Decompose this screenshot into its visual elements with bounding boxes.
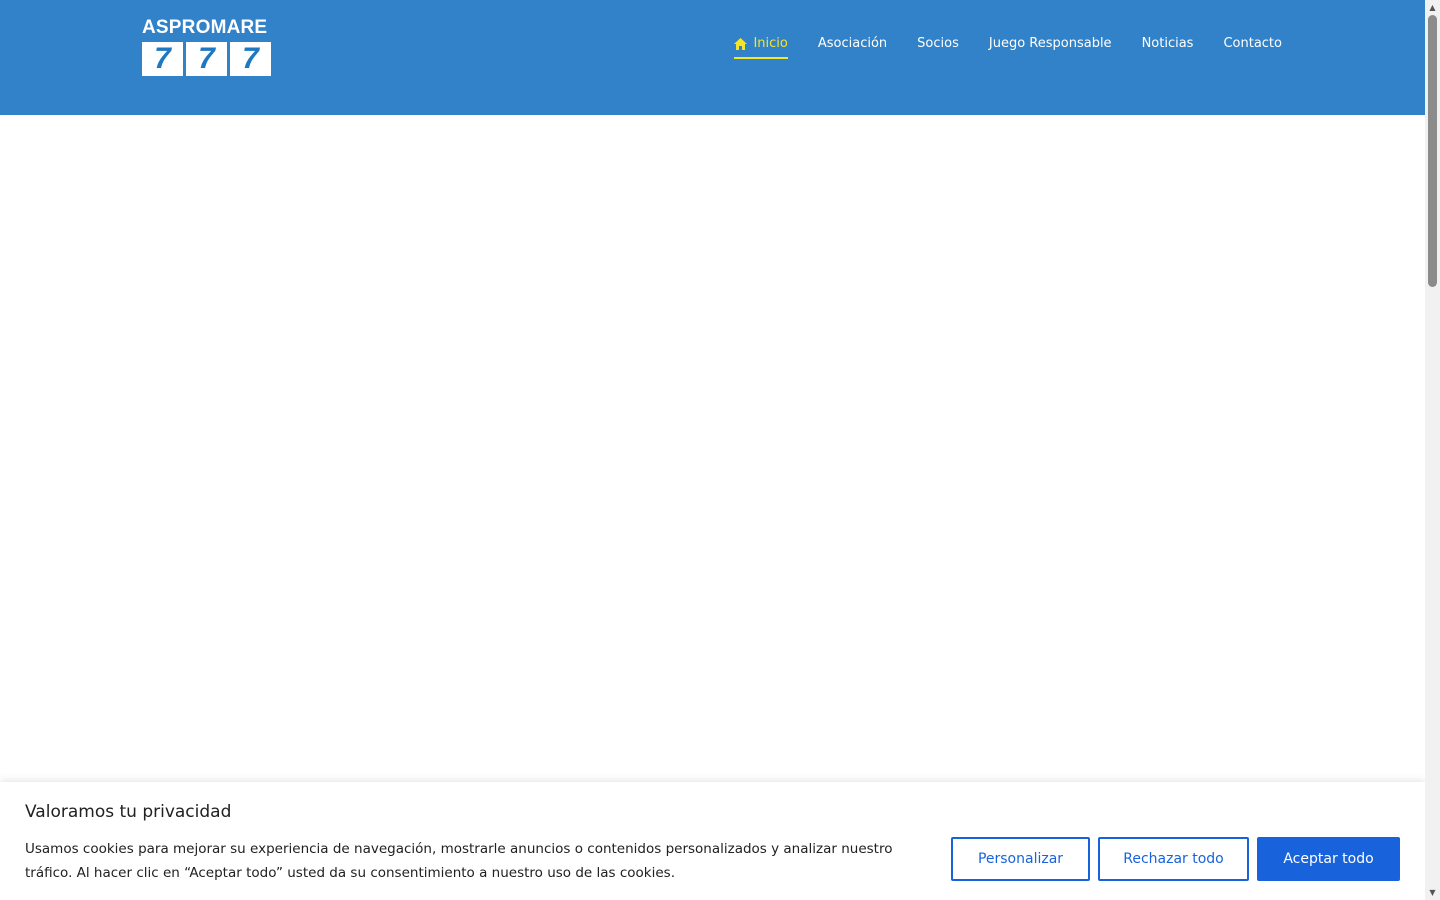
accept-all-button[interactable]: Aceptar todo [1257, 837, 1400, 881]
main-nav: Inicio Asociación Socios Juego Responsab… [734, 36, 1282, 59]
cookie-banner: Valoramos tu privacidad Usamos cookies p… [0, 782, 1425, 900]
scroll-thumb[interactable] [1428, 15, 1437, 287]
nav-item-contacto[interactable]: Contacto [1223, 36, 1282, 59]
nav-item-label: Socios [917, 36, 959, 51]
reject-all-button[interactable]: Rechazar todo [1098, 837, 1249, 881]
page-scrollbar[interactable]: ▲ ▼ [1425, 0, 1440, 900]
site-header: ASPROMARE 7 7 7 Inicio Asociación Socios… [0, 0, 1425, 115]
nav-item-label: Contacto [1223, 36, 1282, 51]
nav-item-inicio[interactable]: Inicio [734, 36, 788, 59]
nav-item-label: Asociación [817, 36, 888, 51]
scroll-up-arrow-icon[interactable]: ▲ [1425, 0, 1440, 15]
nav-item-noticias[interactable]: Noticias [1142, 36, 1194, 59]
nav-item-socios[interactable]: Socios [917, 36, 959, 59]
nav-item-label: Juego Responsable [988, 36, 1112, 51]
cookie-title: Valoramos tu privacidad [25, 802, 232, 822]
nav-item-label: Inicio [753, 36, 788, 51]
cookie-text: Usamos cookies para mejorar su experienc… [25, 841, 893, 881]
site-logo[interactable]: ASPROMARE 7 7 7 [142, 18, 273, 79]
logo-digit: 7 [142, 42, 183, 76]
nav-item-asociacion[interactable]: Asociación [818, 36, 887, 59]
logo-text: ASPROMARE [142, 17, 268, 38]
cookie-buttons: Personalizar Rechazar todo Aceptar todo [951, 837, 1400, 881]
logo-digit: 7 [186, 42, 227, 76]
nav-item-juego-responsable[interactable]: Juego Responsable [989, 36, 1112, 59]
home-icon [734, 37, 748, 50]
customize-button[interactable]: Personalizar [951, 837, 1090, 881]
scroll-down-arrow-icon[interactable]: ▼ [1425, 885, 1440, 900]
nav-item-label: Noticias [1141, 36, 1194, 51]
logo-digit: 7 [230, 42, 271, 76]
main-content [0, 115, 1425, 782]
logo-digits: 7 7 7 [142, 42, 273, 76]
